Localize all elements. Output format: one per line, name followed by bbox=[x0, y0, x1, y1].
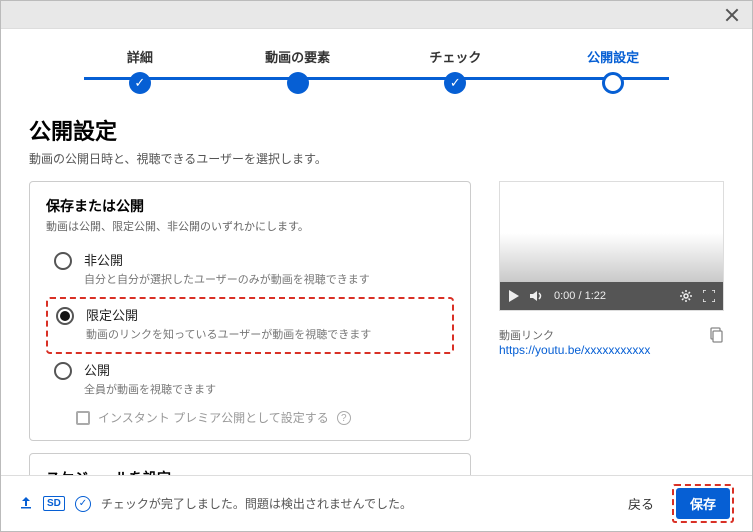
copy-icon[interactable] bbox=[708, 327, 724, 348]
visibility-card: 保存または公開 動画は公開、限定公開、非公開のいずれかにします。 非公開 自分と… bbox=[29, 181, 471, 441]
video-link-label: 動画リンク bbox=[499, 327, 650, 343]
page-title: 公開設定 bbox=[29, 114, 724, 146]
page-description: 動画の公開日時と、視聴できるユーザーを選択します。 bbox=[29, 150, 724, 167]
upload-dialog: 詳細 ✓ 動画の要素 チェック ✓ 公開設定 公開設定 動画の公開日時と、視聴で… bbox=[0, 0, 753, 532]
footer-bar: SD ✓ チェックが完了しました。問題は検出されませんでした。 戻る 保存 bbox=[1, 475, 752, 531]
step-details[interactable]: 詳細 ✓ bbox=[61, 47, 219, 94]
sd-badge: SD bbox=[43, 496, 65, 511]
checkbox-icon bbox=[76, 411, 90, 425]
check-circle-icon: ✓ bbox=[75, 496, 91, 512]
footer-status: チェックが完了しました。問題は検出されませんでした。 bbox=[101, 495, 412, 512]
video-time: 0:00 / 1:22 bbox=[554, 290, 606, 302]
visibility-option-unlisted[interactable]: 限定公開 動画のリンクを知っているユーザーが動画を視聴できます bbox=[46, 297, 454, 354]
help-icon[interactable]: ? bbox=[337, 411, 351, 425]
play-icon[interactable] bbox=[508, 290, 520, 302]
video-controls: 0:00 / 1:22 bbox=[500, 282, 723, 310]
step-visibility[interactable]: 公開設定 bbox=[534, 47, 692, 94]
video-preview[interactable]: 0:00 / 1:22 bbox=[499, 181, 724, 311]
stepper: 詳細 ✓ 動画の要素 チェック ✓ 公開設定 bbox=[1, 29, 752, 104]
radio-icon bbox=[54, 362, 72, 380]
save-button[interactable]: 保存 bbox=[676, 488, 730, 519]
visibility-card-title: 保存または公開 bbox=[46, 196, 454, 216]
instant-premier-checkbox[interactable]: インスタント プレミア公開として設定する ? bbox=[76, 409, 454, 426]
volume-icon[interactable] bbox=[530, 290, 544, 302]
upload-icon[interactable] bbox=[19, 495, 33, 512]
schedule-title: スケジュールを設定 bbox=[46, 468, 221, 475]
settings-icon[interactable] bbox=[679, 289, 693, 303]
close-icon[interactable] bbox=[724, 7, 740, 23]
dialog-header bbox=[1, 1, 752, 29]
radio-icon bbox=[54, 252, 72, 270]
visibility-option-private[interactable]: 非公開 自分と自分が選択したユーザーのみが動画を視聴できます bbox=[46, 244, 454, 297]
video-link-url[interactable]: https://youtu.be/xxxxxxxxxxx bbox=[499, 343, 650, 357]
visibility-option-public[interactable]: 公開 全員が動画を視聴できます bbox=[46, 354, 454, 407]
schedule-card[interactable]: スケジュールを設定 動画を公開する日付を選択します。 ⌄ bbox=[29, 453, 471, 475]
step-elements[interactable]: 動画の要素 bbox=[219, 47, 377, 94]
radio-icon bbox=[56, 307, 74, 325]
fullscreen-icon[interactable] bbox=[703, 290, 715, 302]
visibility-card-desc: 動画は公開、限定公開、非公開のいずれかにします。 bbox=[46, 218, 454, 234]
back-button[interactable]: 戻る bbox=[628, 494, 654, 513]
step-checks[interactable]: チェック ✓ bbox=[377, 47, 535, 94]
